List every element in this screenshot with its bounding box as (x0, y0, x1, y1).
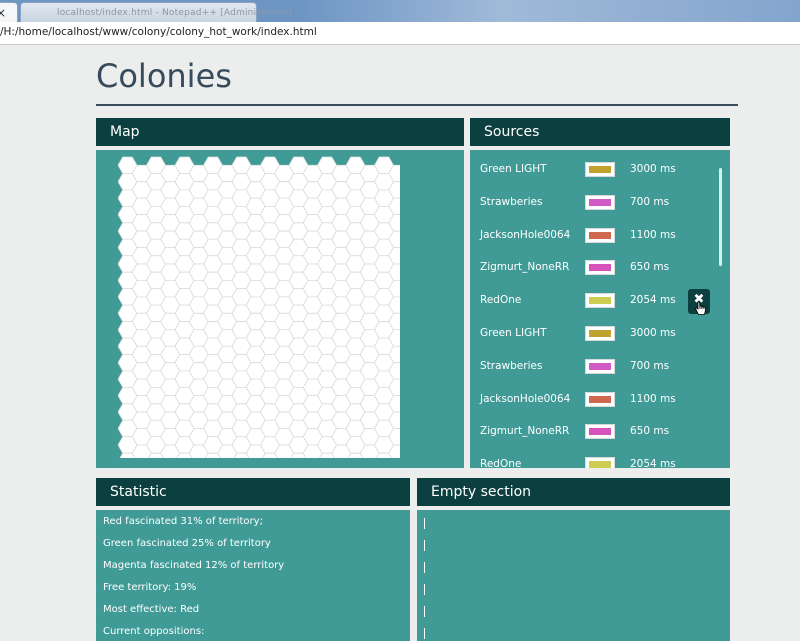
statistic-line: Free territory: 19% (103, 582, 197, 593)
source-row[interactable]: JacksonHole0064 1100 ms (470, 384, 720, 417)
source-duration: 2054 ms (630, 458, 676, 468)
source-color-picker[interactable] (585, 326, 615, 341)
empty-row-marker (424, 518, 425, 529)
source-color-picker[interactable] (585, 293, 615, 309)
empty-row-marker (424, 628, 425, 639)
source-duration: 3000 ms (630, 163, 676, 175)
source-color-swatch (589, 264, 611, 272)
empty-row-marker (424, 562, 425, 573)
source-name: RedOne (480, 458, 522, 468)
source-color-picker[interactable] (585, 260, 615, 276)
source-row[interactable]: Green LIGHT 3000 ms (470, 154, 720, 187)
source-color-picker[interactable] (585, 194, 615, 210)
source-row[interactable]: Zigmurt_NoneRR 650 ms (470, 252, 720, 285)
browser-tab-title: localhost/index.html - Notepad++ [Admini… (57, 8, 292, 18)
sources-header: Sources (470, 118, 730, 146)
empty-row-marker (424, 606, 425, 617)
source-color-swatch (589, 330, 611, 337)
hand-cursor-icon (694, 301, 706, 315)
source-color-picker[interactable] (585, 391, 615, 407)
source-color-swatch (589, 297, 611, 305)
statistic-line: Red fascinated 31% of territory; (103, 516, 263, 527)
source-duration: 1100 ms (630, 392, 676, 405)
source-color-swatch (589, 231, 611, 239)
source-duration: 650 ms (630, 425, 670, 438)
source-color-swatch (589, 166, 611, 173)
source-name: JacksonHole0064 (480, 392, 571, 405)
statistic-title: Statistic (110, 484, 167, 500)
map-panel (96, 150, 464, 468)
tab-strip-glow (300, 0, 800, 22)
statistic-line: Magenta fascinated 12% of territory (103, 560, 285, 571)
page-title: Colonies (96, 57, 232, 95)
source-name: Zigmurt_NoneRR (480, 261, 570, 274)
source-name: Zigmurt_NoneRR (480, 425, 570, 438)
address-url: /H:/home/localhost/www/colony/colony_hot… (0, 26, 317, 38)
sources-title: Sources (484, 124, 540, 140)
statistic-line: Most effective: Red (103, 604, 200, 615)
source-color-picker[interactable] (585, 162, 615, 177)
source-duration: 700 ms (630, 359, 670, 372)
browser-tab-strip: × localhost/index.html - Notepad++ [Admi… (0, 0, 800, 22)
statistic-line: Green fascinated 25% of territory (103, 538, 271, 549)
statistic-header: Statistic (96, 478, 410, 506)
source-name: Green LIGHT (480, 327, 547, 339)
source-row[interactable]: JacksonHole0064 1100 ms (470, 220, 720, 253)
empty-row-marker (424, 540, 425, 551)
source-row[interactable]: RedOne 2054 ms (470, 449, 720, 468)
source-duration: 700 ms (630, 195, 670, 208)
statistic-line: Current oppositions: (103, 626, 205, 637)
map-title: Map (110, 124, 140, 140)
source-duration: 650 ms (630, 261, 670, 274)
source-row[interactable]: Strawberies 700 ms (470, 187, 720, 220)
address-bar[interactable]: /H:/home/localhost/www/colony/colony_hot… (0, 22, 800, 45)
source-duration: 1100 ms (630, 228, 676, 241)
source-color-swatch (589, 428, 611, 436)
sources-panel[interactable]: RedOne 2054 ms Zigmurt_NoneRR 650 ms Jackson… (470, 150, 730, 468)
empty-section-title: Empty section (431, 484, 532, 500)
sources-scrollbar[interactable] (719, 168, 722, 266)
empty-section-header: Empty section (417, 478, 730, 506)
map-header: Map (96, 118, 464, 146)
source-color-picker[interactable] (585, 424, 615, 440)
empty-section-panel (417, 510, 730, 641)
source-row[interactable]: RedOne 2054 ms (470, 285, 720, 318)
source-color-swatch (589, 362, 611, 370)
empty-row-marker (424, 584, 425, 595)
source-name: Strawberies (480, 359, 543, 372)
source-color-swatch (589, 198, 611, 206)
source-color-picker[interactable] (585, 358, 615, 374)
source-row[interactable]: Zigmurt_NoneRR 650 ms (470, 416, 720, 449)
close-tab-icon[interactable]: × (0, 6, 6, 20)
source-color-swatch (589, 395, 611, 403)
source-row[interactable]: Strawberies 700 ms (470, 351, 720, 384)
browser-tab-background[interactable]: localhost/index.html - Notepad++ [Admini… (20, 2, 291, 22)
source-row[interactable]: Green LIGHT 3000 ms (470, 318, 720, 351)
source-name: Strawberies (480, 195, 543, 208)
source-color-picker[interactable] (585, 457, 615, 468)
statistic-panel: Red fascinated 31% of territory; Green f… (96, 510, 410, 641)
browser-tab-active[interactable]: × (0, 2, 18, 22)
source-color-picker[interactable] (585, 227, 615, 243)
source-name: RedOne (480, 294, 522, 307)
source-name: Green LIGHT (480, 163, 547, 175)
hex-grid-map[interactable] (118, 156, 400, 458)
source-duration: 2054 ms (630, 294, 676, 307)
source-name: JacksonHole0064 (480, 228, 571, 241)
source-color-swatch (589, 461, 611, 468)
source-duration: 3000 ms (630, 327, 676, 339)
title-divider (96, 104, 738, 106)
